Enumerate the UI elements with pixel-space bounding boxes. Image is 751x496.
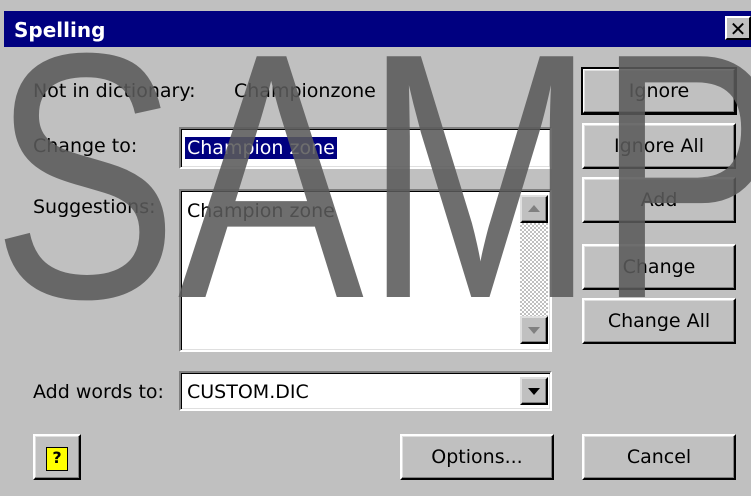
spelling-dialog: Spelling ✕ Not in dictionary: Championzo… — [0, 0, 751, 496]
dropdown-button[interactable] — [520, 377, 548, 405]
change-to-label: Change to: — [33, 135, 138, 157]
change-all-button[interactable]: Change All — [582, 298, 736, 344]
add-button[interactable]: Add — [582, 177, 736, 223]
dialog-title: Spelling — [14, 18, 106, 42]
cancel-button[interactable]: Cancel — [582, 434, 736, 480]
help-button[interactable]: ? — [33, 434, 81, 480]
scroll-up-button[interactable] — [520, 195, 548, 223]
scrollbar-track[interactable] — [520, 223, 548, 316]
scroll-down-button[interactable] — [520, 316, 548, 344]
ignore-all-button[interactable]: Ignore All — [582, 123, 736, 169]
help-icon: ? — [46, 447, 68, 471]
close-button[interactable]: ✕ — [725, 16, 751, 40]
suggestions-list[interactable]: Champion zone — [179, 189, 552, 352]
not-in-dictionary-label: Not in dictionary: — [33, 80, 196, 102]
title-bar[interactable]: Spelling ✕ — [4, 11, 751, 47]
add-words-to-value: CUSTOM.DIC — [187, 381, 309, 403]
chevron-down-icon — [528, 327, 540, 334]
misspelled-word: Championzone — [234, 80, 376, 102]
add-words-to-select[interactable]: CUSTOM.DIC — [179, 371, 552, 411]
list-item[interactable]: Champion zone — [187, 200, 335, 222]
options-button[interactable]: Options... — [400, 434, 554, 480]
suggestions-label: Suggestions: — [33, 196, 156, 218]
chevron-down-icon — [528, 388, 540, 395]
add-words-to-label: Add words to: — [33, 381, 164, 403]
chevron-up-icon — [528, 205, 540, 212]
change-to-value: Champion zone — [185, 137, 337, 159]
change-button[interactable]: Change — [582, 244, 736, 290]
change-to-input[interactable]: Champion zone — [179, 127, 552, 169]
ignore-button[interactable]: Ignore — [581, 67, 737, 115]
